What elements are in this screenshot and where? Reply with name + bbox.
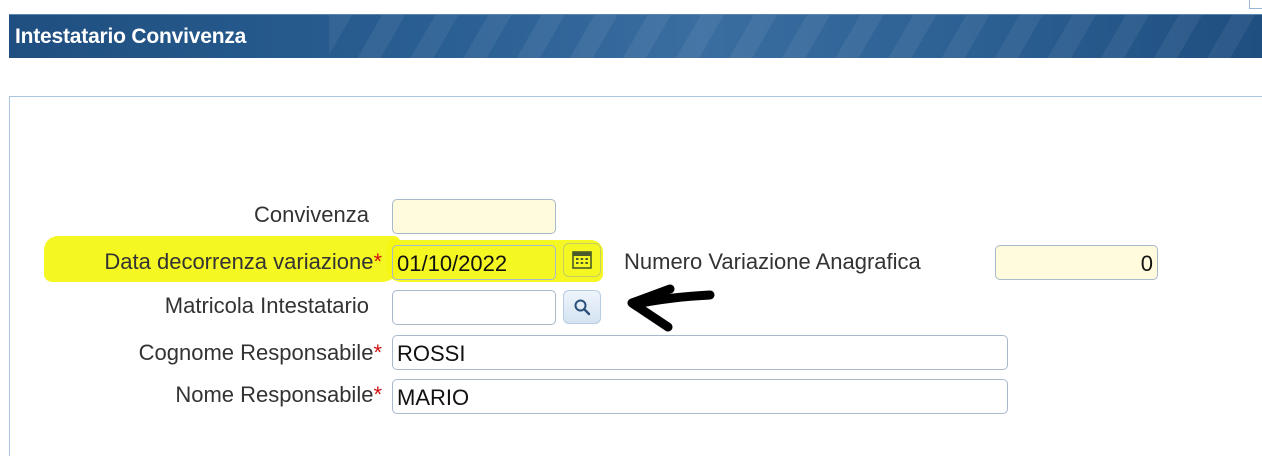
calendar-icon bbox=[572, 251, 592, 269]
required-mark: * bbox=[373, 249, 382, 274]
nome-field[interactable]: MARIO bbox=[392, 379, 1008, 414]
convivenza-field[interactable] bbox=[392, 199, 556, 234]
required-mark: * bbox=[373, 382, 382, 407]
search-icon bbox=[573, 298, 591, 316]
convivenza-label: Convivenza bbox=[254, 202, 369, 227]
dialog-title: Intestatario Convivenza bbox=[15, 25, 247, 48]
calendar-button[interactable] bbox=[563, 243, 601, 277]
search-button[interactable] bbox=[563, 290, 601, 324]
matricola-field[interactable] bbox=[392, 290, 556, 325]
title-bar-pattern bbox=[329, 15, 1259, 59]
data-decorrenza-field[interactable]: 01/10/2022 bbox=[392, 245, 556, 280]
cognome-field[interactable]: ROSSI bbox=[392, 335, 1008, 370]
required-mark: * bbox=[373, 340, 382, 365]
nome-label: Nome Responsabile* bbox=[175, 382, 382, 407]
matricola-label: Matricola Intestatario bbox=[164, 293, 369, 318]
numero-variazione-field[interactable]: 0 bbox=[995, 245, 1158, 280]
window-corner bbox=[1249, 0, 1262, 9]
data-decorrenza-label: Data decorrenza variazione* bbox=[104, 249, 382, 274]
cognome-label: Cognome Responsabile* bbox=[138, 340, 382, 365]
dialog-title-bar: Intestatario Convivenza bbox=[9, 14, 1262, 59]
arrow-left-icon bbox=[618, 283, 718, 340]
numero-variazione-label: Numero Variazione Anagrafica bbox=[624, 249, 921, 274]
